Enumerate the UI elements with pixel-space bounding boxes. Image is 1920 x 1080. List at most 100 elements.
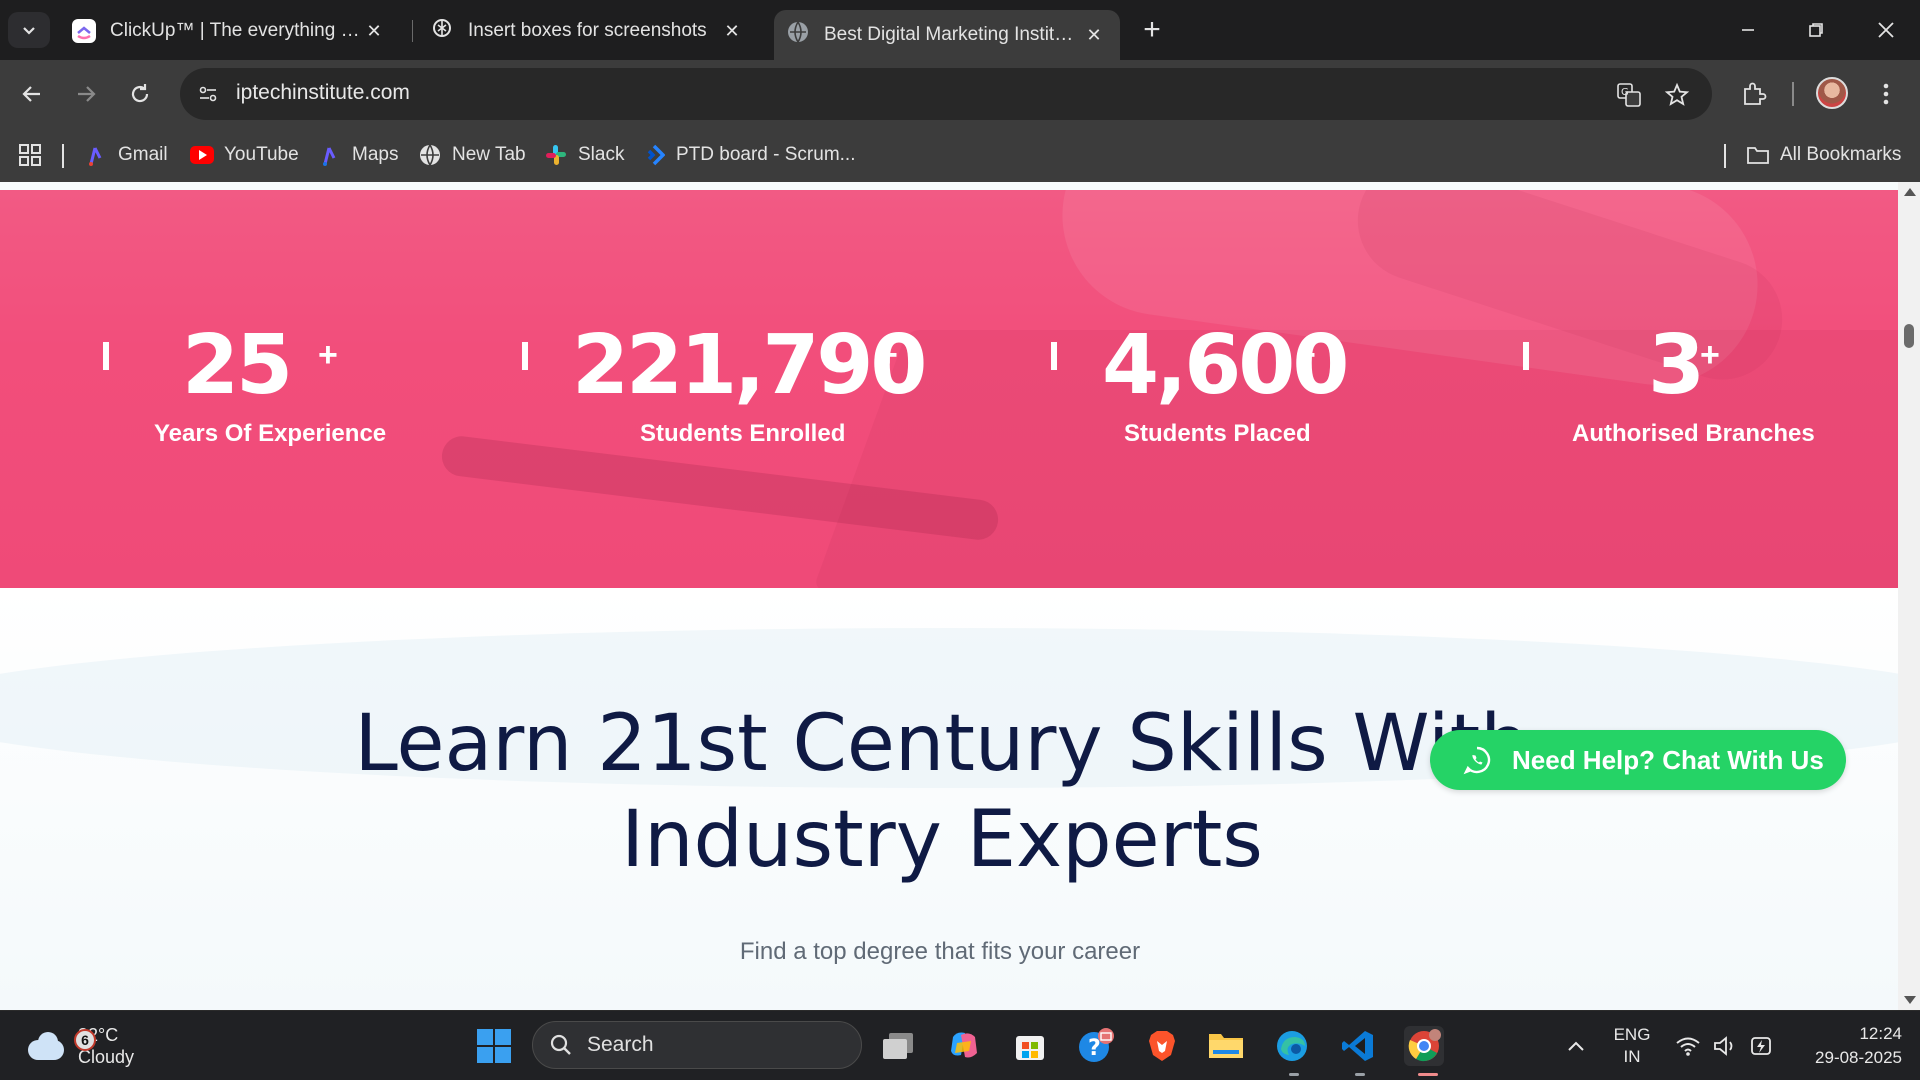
- edge-button[interactable]: [1272, 1026, 1312, 1066]
- bookmarks-divider: [62, 144, 64, 168]
- site-info-icon[interactable]: [192, 78, 224, 110]
- bookmark-label: New Tab: [452, 144, 526, 165]
- close-icon[interactable]: ✕: [1080, 21, 1108, 49]
- tab-clickup[interactable]: ClickUp™ | The everything app fo ✕: [60, 10, 400, 52]
- windows-taskbar: 6 32°C Cloudy Search ? ENG IN 12:24 29-0…: [0, 1010, 1920, 1080]
- apps-button[interactable]: [18, 140, 42, 170]
- scrollbar-thumb[interactable]: [1904, 324, 1914, 348]
- bookmark-maps[interactable]: Maps: [318, 140, 398, 170]
- chat-button-label: Need Help? Chat With Us: [1512, 744, 1824, 775]
- tab-strip: ClickUp™ | The everything app fo ✕ Inser…: [0, 0, 1920, 60]
- close-icon[interactable]: ✕: [718, 17, 746, 45]
- stat-value: 221,790: [572, 318, 927, 413]
- bookmark-star-icon[interactable]: [1662, 80, 1692, 110]
- bookmark-label: Gmail: [118, 144, 168, 165]
- vscode-button[interactable]: [1338, 1026, 1378, 1066]
- tab-search-button[interactable]: [8, 12, 50, 48]
- new-tab-button[interactable]: +: [1136, 13, 1168, 46]
- tab-title: Best Digital Marketing Institute: [824, 24, 1080, 45]
- battery-button[interactable]: [1742, 1026, 1782, 1066]
- bookmark-gmail[interactable]: Gmail: [84, 140, 168, 170]
- system-clock[interactable]: 12:24 29-08-2025: [1790, 1022, 1902, 1070]
- chatgpt-icon: [430, 16, 454, 46]
- scroll-down-icon[interactable]: [1904, 996, 1916, 1004]
- show-hidden-icons-button[interactable]: [1556, 1026, 1596, 1066]
- stat-label: Students Enrolled: [640, 420, 846, 447]
- restore-button[interactable]: [1796, 14, 1836, 46]
- cloud-icon: [26, 1030, 66, 1062]
- battery-charging-icon: [1751, 1037, 1771, 1055]
- minimize-button[interactable]: [1728, 14, 1768, 46]
- language-code: ENG: [1613, 1025, 1651, 1044]
- wifi-button[interactable]: [1668, 1026, 1708, 1066]
- edge-icon: [1277, 1031, 1307, 1061]
- stat-plus: +: [1700, 336, 1720, 374]
- bookmark-slack[interactable]: Slack: [544, 140, 624, 170]
- folder-icon: [1209, 1034, 1243, 1058]
- help-icon: ?: [1079, 1028, 1114, 1062]
- heading-line-2: Industry Experts: [621, 795, 1263, 885]
- task-view-button[interactable]: [878, 1026, 918, 1066]
- globe-icon: [418, 143, 442, 167]
- bookmark-ptd-board[interactable]: PTD board - Scrum...: [642, 140, 856, 170]
- url-text: iptechinstitute.com: [236, 81, 410, 104]
- bookmarks-bar: Gmail YouTube Maps New Tab Slack PTD boa…: [0, 128, 1920, 182]
- stat-bar: [1051, 342, 1057, 370]
- scroll-up-icon[interactable]: [1904, 188, 1916, 196]
- tab-title: ClickUp™ | The everything app fo: [110, 20, 360, 41]
- language-indicator[interactable]: ENG IN: [1604, 1024, 1660, 1068]
- menu-kebab-icon[interactable]: [1868, 76, 1904, 112]
- translate-icon[interactable]: G: [1614, 80, 1644, 110]
- bookmark-label: Slack: [578, 144, 625, 165]
- tab-insert-boxes[interactable]: Insert boxes for screenshots ✕: [418, 10, 758, 52]
- page-viewport[interactable]: 25 + Years Of Experience 221,790 + Stude…: [0, 182, 1898, 1010]
- profile-avatar[interactable]: [1816, 77, 1848, 109]
- arrow-right-icon: [78, 86, 96, 102]
- volume-button[interactable]: [1706, 1026, 1746, 1066]
- start-button[interactable]: [474, 1026, 514, 1066]
- minimize-icon: [1742, 29, 1754, 31]
- stat-bar: [103, 342, 109, 370]
- file-explorer-button[interactable]: [1206, 1026, 1246, 1066]
- all-bookmarks-button[interactable]: All Bookmarks: [1746, 140, 1901, 170]
- section-heading: Learn 21st Century Skills With Industry …: [300, 696, 1584, 888]
- whatsapp-icon: [1463, 746, 1491, 775]
- chrome-button[interactable]: [1404, 1026, 1444, 1066]
- globe-icon: [786, 20, 810, 50]
- apps-grid-icon: [19, 144, 41, 166]
- clock-date: 29-08-2025: [1815, 1048, 1902, 1067]
- jira-icon: [642, 143, 666, 167]
- back-button[interactable]: [12, 74, 52, 114]
- search-placeholder: Search: [587, 1033, 654, 1056]
- extensions-icon[interactable]: [1736, 76, 1772, 112]
- heading-line-1: Learn 21st Century Skills With: [354, 699, 1530, 789]
- forward-button[interactable]: [66, 74, 106, 114]
- svg-text:G: G: [1621, 87, 1629, 98]
- weather-widget[interactable]: 6 32°C Cloudy: [26, 1021, 134, 1071]
- windows-logo-icon: [477, 1029, 511, 1063]
- copilot-button[interactable]: [944, 1026, 984, 1066]
- close-window-button[interactable]: [1866, 14, 1906, 46]
- search-icon: [550, 1034, 571, 1055]
- running-indicator: [1289, 1073, 1299, 1076]
- close-icon[interactable]: ✕: [360, 17, 388, 45]
- bookmark-new-tab[interactable]: New Tab: [418, 140, 526, 170]
- tab-iptech[interactable]: Best Digital Marketing Institute ✕: [774, 10, 1120, 60]
- arrow-left-icon: [22, 86, 40, 102]
- svg-text:?: ?: [1088, 1036, 1101, 1061]
- brave-button[interactable]: [1142, 1026, 1182, 1066]
- page-scrollbar[interactable]: [1898, 182, 1920, 1010]
- bookmark-youtube[interactable]: YouTube: [190, 140, 299, 170]
- reload-button[interactable]: [120, 74, 160, 114]
- store-button[interactable]: [1010, 1026, 1050, 1066]
- whatsapp-chat-button[interactable]: Need Help? Chat With Us: [1430, 730, 1846, 790]
- learn-section: Learn 21st Century Skills With Industry …: [0, 588, 1898, 1010]
- wifi-icon: [1676, 1037, 1700, 1056]
- chevron-up-icon: [1568, 1041, 1584, 1051]
- help-app-button[interactable]: ?: [1076, 1026, 1116, 1066]
- address-bar[interactable]: iptechinstitute.com G: [180, 68, 1712, 120]
- task-view-icon: [883, 1033, 913, 1059]
- stat-branches: 3 + Authorised Branches: [1480, 190, 1898, 588]
- taskbar-search[interactable]: Search: [532, 1021, 862, 1069]
- clickup-icon: [72, 19, 96, 43]
